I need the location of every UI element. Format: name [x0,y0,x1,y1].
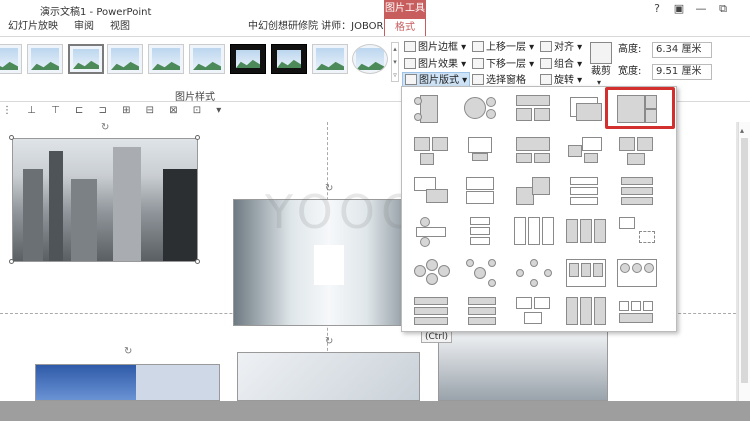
paste-options-button[interactable]: (Ctrl) [421,331,453,343]
width-label: 宽度: [618,66,642,77]
picture-effects-icon [404,58,416,69]
help-button[interactable]: ? [648,2,666,16]
picture-border-label: 图片边框 [418,42,458,53]
minimize-button[interactable]: — [692,2,710,16]
picture-style-thumb[interactable] [27,44,63,74]
layout-option[interactable] [462,135,502,167]
layout-option[interactable] [617,215,657,247]
picture-tools-label: 图片工具 [384,0,426,18]
layout-option[interactable] [617,295,657,327]
tab-view[interactable]: 视图 [110,18,130,36]
resize-handle[interactable] [9,259,14,264]
tab-slideshow[interactable]: 幻灯片放映 [8,18,58,36]
layout-option[interactable] [566,257,606,289]
layout-option[interactable] [514,175,554,207]
layout-option[interactable] [617,175,657,207]
layout-option[interactable] [514,93,554,125]
layout-option[interactable] [514,295,554,327]
alignment-tools-icon[interactable]: ⋮ ⊥ ⊤ ⊏ ⊐ ⊞ ⊟ ⊠ ⊡ ▾ [2,105,227,116]
resize-handle[interactable] [195,259,200,264]
layout-option[interactable] [462,175,502,207]
group-label: 组合 [554,59,574,70]
picture-layout-label: 图片版式 [419,75,459,86]
restore-button[interactable]: ⧉ [714,2,732,16]
height-label: 高度: [618,44,642,55]
picture-style-thumb[interactable] [230,44,266,74]
align-icon [540,41,552,52]
layout-option[interactable] [462,257,502,289]
tab-review[interactable]: 审阅 [74,18,94,36]
layout-option[interactable] [514,135,554,167]
glass-building-photo[interactable] [237,352,420,401]
layout-option[interactable] [566,135,606,167]
layout-option[interactable] [412,175,452,207]
picture-style-thumb[interactable] [271,44,307,74]
gallery-scroll[interactable]: ▴ ▾ ▿ [391,42,399,82]
bring-forward-icon [472,41,484,52]
picture-border-button[interactable]: 图片边框 ▾ [404,40,466,56]
selection-pane-icon [472,74,484,85]
width-field[interactable]: 9.51 厘米 [652,64,712,80]
group-icon [540,58,552,69]
presenter-info: 中幻创想研修院 讲师：JOBOR [248,21,384,32]
send-backward-label: 下移一层 [486,59,526,70]
ribbon-display-button[interactable]: ▣ [670,2,688,16]
layout-option[interactable] [566,215,606,247]
picture-style-thumb[interactable] [148,44,184,74]
picture-style-thumb[interactable] [352,44,388,74]
layout-option[interactable] [462,295,502,327]
picture-styles-group-label: 图片样式 [175,92,215,103]
scroll-up-icon[interactable]: ▴ [740,126,744,135]
picture-style-thumb[interactable] [189,44,225,74]
picture-style-thumb[interactable] [68,44,104,74]
rotate-label: 旋转 [554,75,574,86]
picture-border-icon [404,41,416,52]
align-button[interactable]: 对齐 ▾ [540,40,582,56]
layout-option[interactable] [412,257,452,289]
rotate-handle-icon[interactable]: ↻ [124,346,132,357]
window-title: 演示文稿1 - PowerPoint [40,7,152,18]
layout-option[interactable] [412,215,452,247]
layout-option[interactable] [462,215,502,247]
building-photo[interactable] [35,364,220,401]
rotate-icon [540,74,552,85]
bring-forward-button[interactable]: 上移一层 ▾ [472,40,534,56]
layout-option[interactable] [617,135,657,167]
picture-effects-label: 图片效果 [418,59,458,70]
align-label: 对齐 [554,42,574,53]
layout-option[interactable] [514,257,554,289]
layout-option[interactable] [514,215,554,247]
city-photo[interactable] [12,138,198,262]
picture-style-thumb[interactable] [107,44,143,74]
picture-style-thumb[interactable] [0,44,22,74]
group-button[interactable]: 组合 ▾ [540,57,582,73]
picture-layout-icon [405,74,417,85]
bring-forward-label: 上移一层 [486,42,526,53]
vertical-scrollbar[interactable]: ▴ [738,122,750,401]
resize-handle[interactable] [195,135,200,140]
selected-layout-highlight [605,87,675,129]
layout-option[interactable] [412,135,452,167]
layout-option[interactable] [617,257,657,289]
status-bar [0,401,750,421]
crop-icon [590,42,612,64]
tab-format[interactable]: 格式 [384,18,426,36]
layout-option[interactable] [566,93,606,125]
rotate-handle-icon[interactable]: ↻ [325,336,333,347]
layout-option[interactable] [462,93,502,125]
layout-option[interactable] [566,175,606,207]
send-backward-icon [472,58,484,69]
scroll-thumb[interactable] [741,138,748,383]
height-field[interactable]: 6.34 厘米 [652,42,712,58]
layout-option[interactable] [412,295,452,327]
layout-option[interactable] [412,93,452,125]
rotate-handle-icon[interactable]: ↻ [101,122,109,133]
picture-effects-button[interactable]: 图片效果 ▾ [404,57,466,73]
send-backward-button[interactable]: 下移一层 ▾ [472,57,534,73]
tower-photo[interactable] [438,330,608,401]
resize-handle[interactable] [9,135,14,140]
selection-pane-label: 选择窗格 [486,75,526,86]
layout-option[interactable] [566,295,606,327]
picture-style-thumb[interactable] [312,44,348,74]
